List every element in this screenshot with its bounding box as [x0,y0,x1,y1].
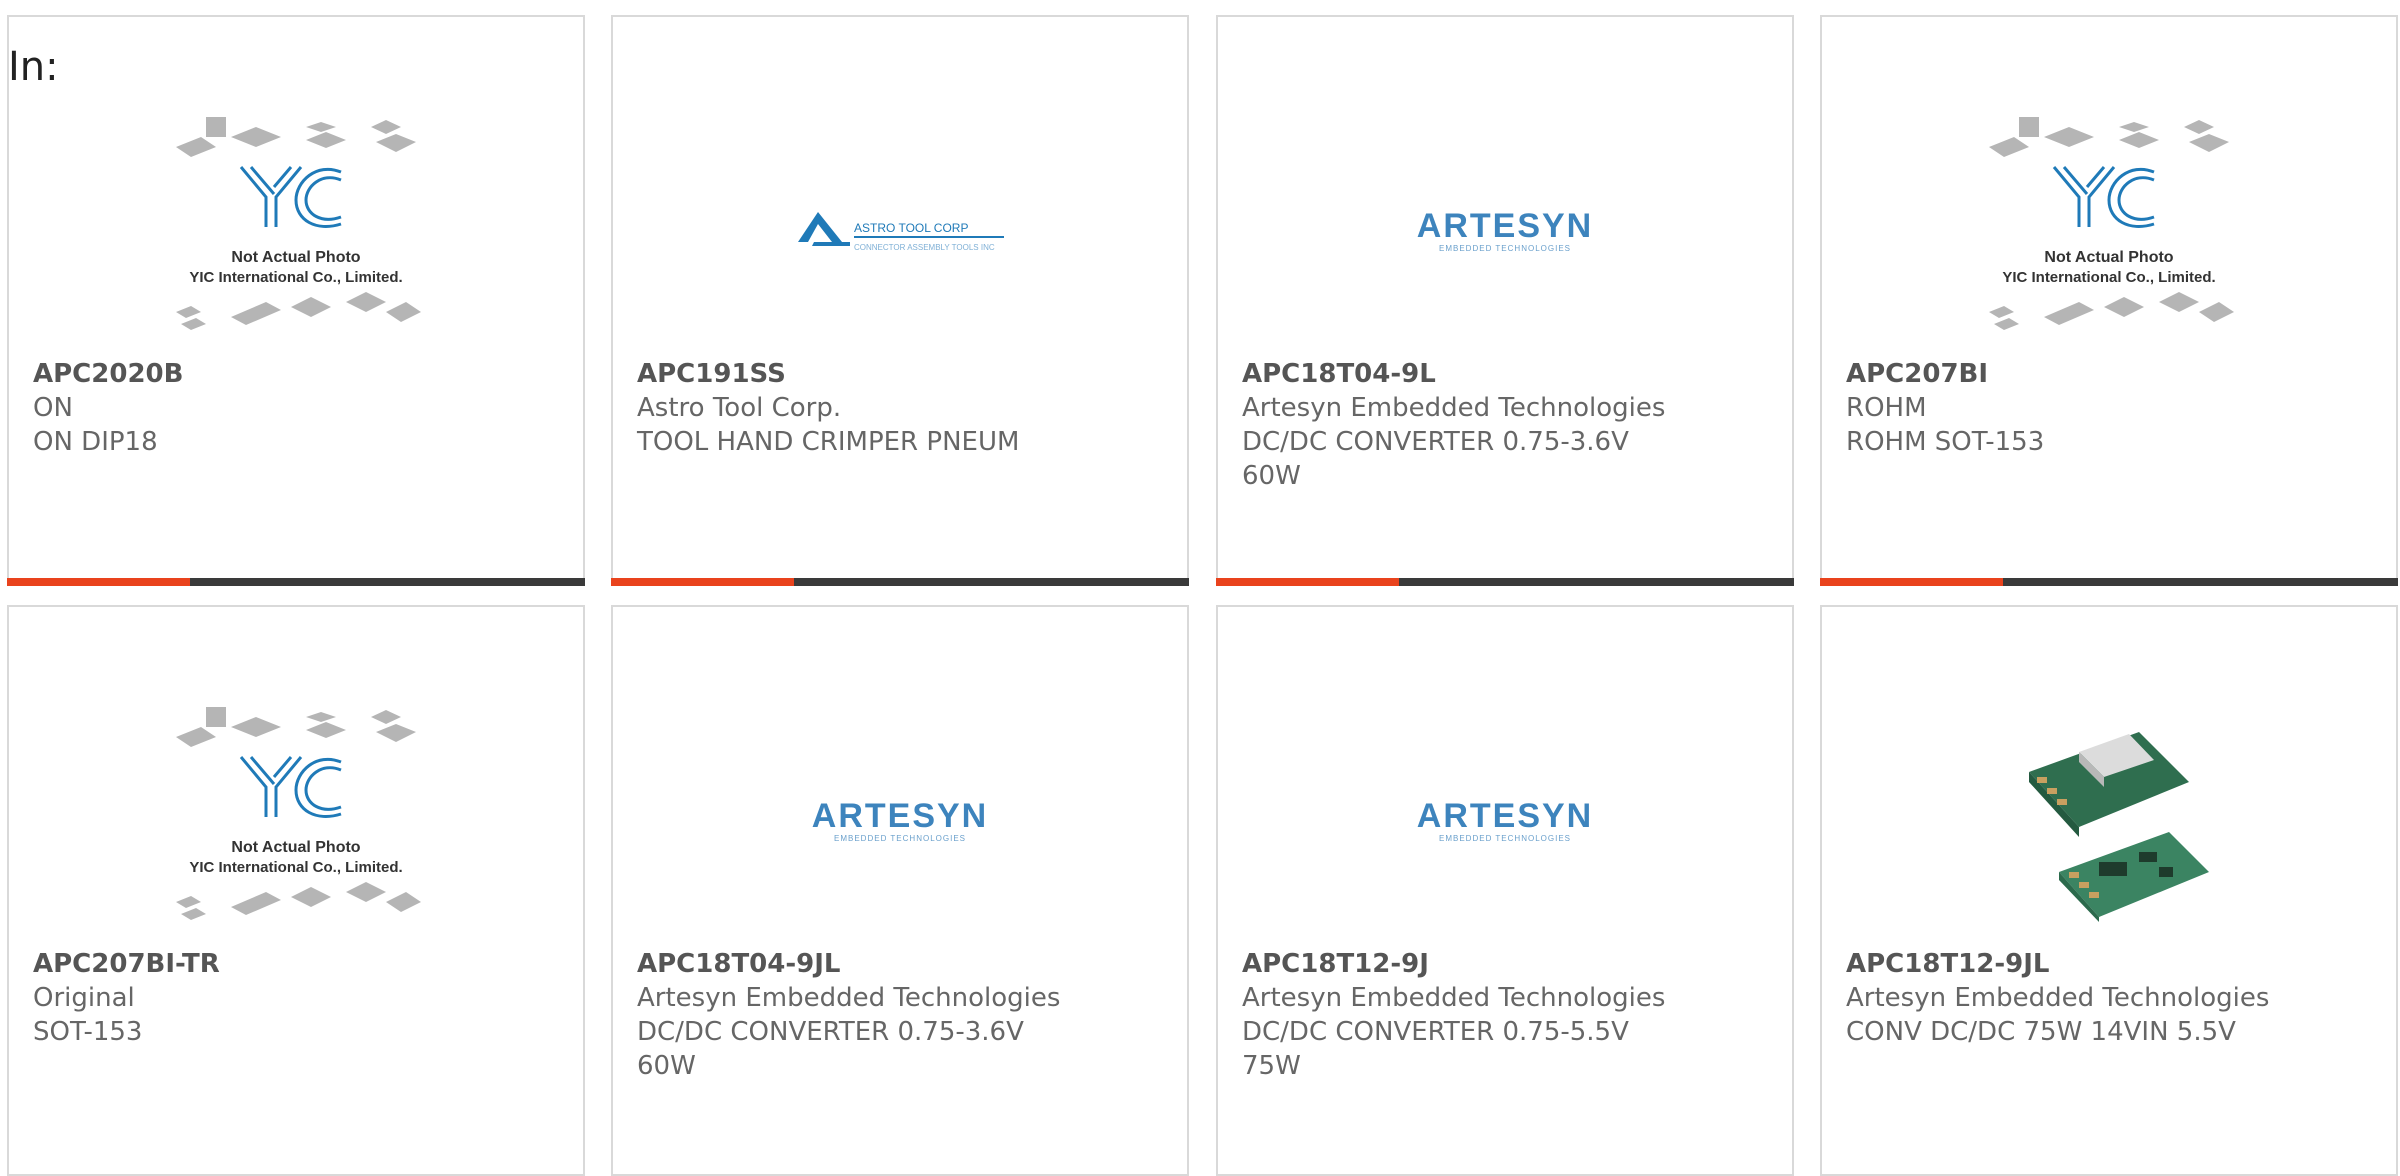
product-info: APC2020B ON ON DIP18 [33,357,559,459]
manufacturer: Artesyn Embedded Technologies [637,983,1061,1013]
placeholder-line2: YIC International Co., Limited. [2002,269,2215,286]
astro-logo-text: ASTRO TOOL CORP [854,221,968,235]
manufacturer: Original [33,983,135,1013]
part-number[interactable]: APC207BI [1846,357,2372,391]
description: DC/DC CONVERTER 0.75-5.5V 75W [1242,1017,1629,1081]
product-info: APC191SS Astro Tool Corp. TOOL HAND CRIM… [637,357,1163,459]
card-bar [1216,578,1794,586]
astro-tool-logo: ASTRO TOOL CORP CONNECTOR ASSEMBLY TOOLS… [798,212,1004,252]
product-info: APC18T04-9L Artesyn Embedded Technologie… [1242,357,1768,493]
artesyn-logo: ARTESYN EMBEDDED TECHNOLOGIES [812,797,988,843]
product-info: APC18T04-9JL Artesyn Embedded Technologi… [637,947,1163,1083]
not-actual-photo-image: Not Actual Photo YIC International Co., … [176,117,421,330]
product-card[interactable]: Not Actual Photo YIC International Co., … [7,15,585,586]
artesyn-logo-text: ARTESYN [1417,207,1593,245]
description: TOOL HAND CRIMPER PNEUM [637,427,1020,457]
part-number[interactable]: APC18T04-9L [1242,357,1768,391]
part-number[interactable]: APC18T04-9JL [637,947,1163,981]
product-info: APC207BI-TR Original SOT-153 [33,947,559,1049]
product-info: APC207BI ROHM ROHM SOT-153 [1846,357,2372,459]
product-info: APC18T12-9JL Artesyn Embedded Technologi… [1846,947,2372,1049]
description: DC/DC CONVERTER 0.75-3.6V 60W [1242,427,1629,491]
product-image[interactable]: ASTRO TOOL CORP CONNECTOR ASSEMBLY TOOLS… [613,87,1187,377]
product-card[interactable]: Not Actual Photo YIC International Co., … [7,605,585,1176]
part-number[interactable]: APC18T12-9JL [1846,947,2372,981]
description: CONV DC/DC 75W 14VIN 5.5V [1846,1017,2236,1047]
product-card[interactable]: APC18T12-9JL Artesyn Embedded Technologi… [1820,605,2398,1176]
placeholder-line1: Not Actual Photo [231,839,360,856]
card-bar [7,578,585,586]
not-actual-photo-image: Not Actual Photo YIC International Co., … [1989,117,2234,330]
card-bar-accent [1820,578,2003,586]
product-image[interactable]: ARTESYN EMBEDDED TECHNOLOGIES [1218,677,1792,967]
artesyn-logo-subtext: EMBEDDED TECHNOLOGIES [1439,834,1571,843]
placeholder-line1: Not Actual Photo [2044,249,2173,266]
in-label: In: [8,44,59,90]
card-bar-accent [1216,578,1399,586]
product-card[interactable]: ARTESYN EMBEDDED TECHNOLOGIES APC18T12-9… [1216,605,1794,1176]
manufacturer: Artesyn Embedded Technologies [1242,393,1666,423]
product-card[interactable]: ARTESYN EMBEDDED TECHNOLOGIES APC18T04-9… [611,605,1189,1176]
artesyn-logo: ARTESYN EMBEDDED TECHNOLOGIES [1417,797,1593,843]
not-actual-photo-image: Not Actual Photo YIC International Co., … [176,707,421,920]
card-bar [1820,578,2398,586]
placeholder-line2: YIC International Co., Limited. [189,859,402,876]
product-image[interactable]: Not Actual Photo YIC International Co., … [9,677,583,967]
artesyn-logo-subtext: EMBEDDED TECHNOLOGIES [1439,244,1571,253]
card-bar-accent [7,578,190,586]
product-info: APC18T12-9J Artesyn Embedded Technologie… [1242,947,1768,1083]
product-image[interactable] [1822,677,2396,967]
product-image[interactable]: Not Actual Photo YIC International Co., … [9,87,583,377]
artesyn-logo-text: ARTESYN [812,797,988,835]
artesyn-logo-text: ARTESYN [1417,797,1593,835]
description: ON DIP18 [33,427,158,457]
artesyn-logo-subtext: EMBEDDED TECHNOLOGIES [834,834,966,843]
dc-dc-converter-photo [2029,732,2209,922]
card-bar [611,578,1189,586]
manufacturer: Artesyn Embedded Technologies [1242,983,1666,1013]
placeholder-line1: Not Actual Photo [231,249,360,266]
manufacturer: ROHM [1846,393,1927,423]
product-image[interactable]: ARTESYN EMBEDDED TECHNOLOGIES [613,677,1187,967]
product-card[interactable]: ASTRO TOOL CORP CONNECTOR ASSEMBLY TOOLS… [611,15,1189,586]
description: SOT-153 [33,1017,143,1047]
product-image[interactable]: Not Actual Photo YIC International Co., … [1822,87,2396,377]
manufacturer: Astro Tool Corp. [637,393,842,423]
product-card[interactable]: Not Actual Photo YIC International Co., … [1820,15,2398,586]
placeholder-line2: YIC International Co., Limited. [189,269,402,286]
card-bar-accent [611,578,794,586]
description: ROHM SOT-153 [1846,427,2045,457]
part-number[interactable]: APC207BI-TR [33,947,559,981]
part-number[interactable]: APC18T12-9J [1242,947,1768,981]
astro-logo-subtext: CONNECTOR ASSEMBLY TOOLS INC [854,243,995,252]
description: DC/DC CONVERTER 0.75-3.6V 60W [637,1017,1024,1081]
manufacturer: ON [33,393,73,423]
product-image[interactable]: ARTESYN EMBEDDED TECHNOLOGIES [1218,87,1792,377]
part-number[interactable]: APC2020B [33,357,559,391]
part-number[interactable]: APC191SS [637,357,1163,391]
manufacturer: Artesyn Embedded Technologies [1846,983,2270,1013]
product-card[interactable]: ARTESYN EMBEDDED TECHNOLOGIES APC18T04-9… [1216,15,1794,586]
artesyn-logo: ARTESYN EMBEDDED TECHNOLOGIES [1417,207,1593,253]
